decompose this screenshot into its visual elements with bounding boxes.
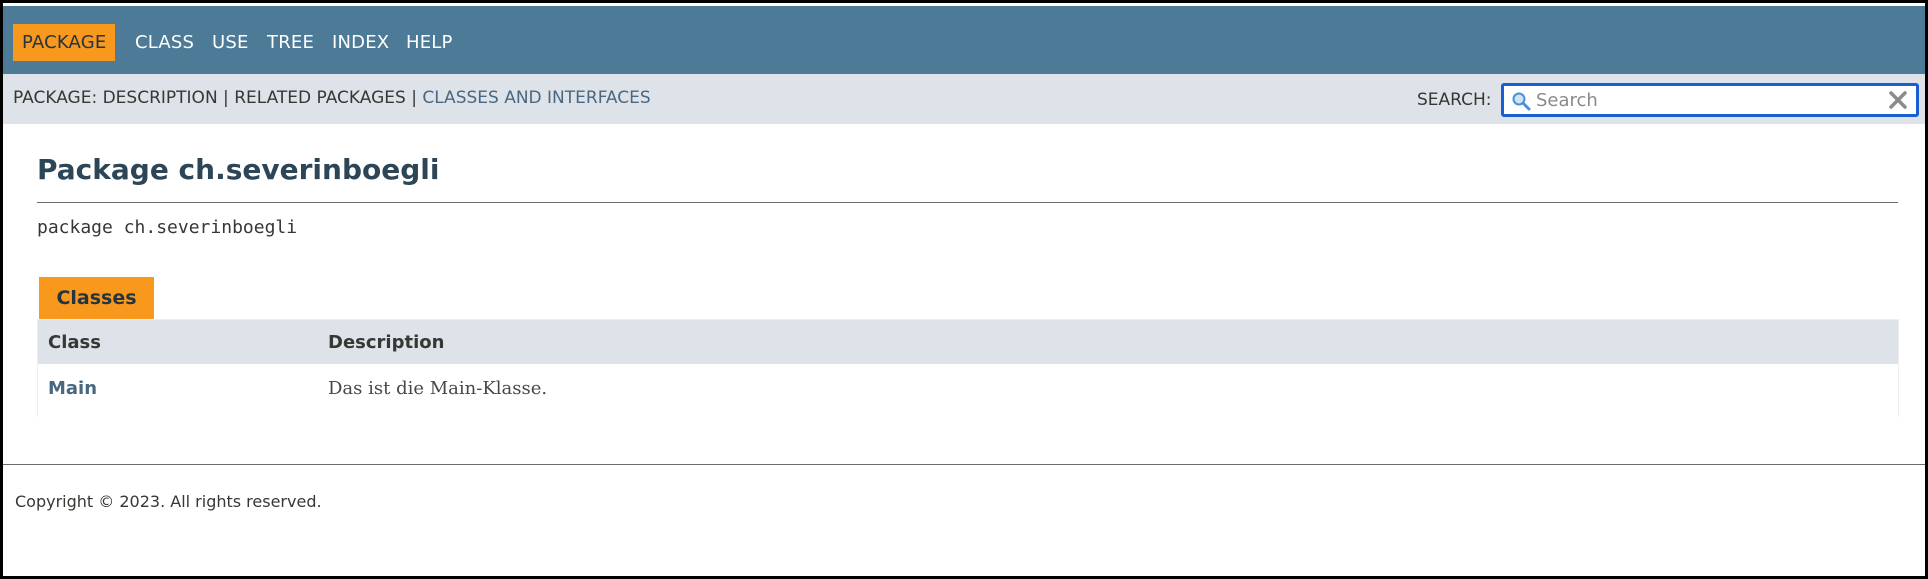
classes-tab[interactable]: Classes (39, 277, 154, 319)
close-icon[interactable] (1886, 88, 1910, 112)
subnav-links: PACKAGE: DESCRIPTION | RELATED PACKAGES … (13, 88, 651, 108)
title-divider (37, 202, 1898, 203)
search-input[interactable] (1536, 87, 1876, 113)
page-frame: PACKAGE CLASS USE TREE INDEX HELP PACKAG… (0, 0, 1928, 579)
subnav-prefix: PACKAGE: DESCRIPTION | RELATED PACKAGES … (13, 88, 423, 108)
sub-navigation-bar: PACKAGE: DESCRIPTION | RELATED PACKAGES … (3, 74, 1925, 124)
table-header: Class Description (38, 320, 1898, 364)
class-description: Das ist die Main-Klasse. (328, 378, 548, 399)
top-navigation-bar: PACKAGE CLASS USE TREE INDEX HELP (3, 6, 1925, 74)
nav-class[interactable]: CLASS (135, 24, 194, 61)
nav-package[interactable]: PACKAGE (13, 24, 116, 61)
copyright-text: Copyright © 2023. All rights reserved. (15, 492, 322, 511)
nav-help[interactable]: HELP (406, 24, 453, 61)
class-link-main[interactable]: Main (48, 378, 97, 399)
table-row: Main Das ist die Main-Klasse. (38, 364, 1898, 417)
footer-divider (3, 464, 1925, 465)
nav-use[interactable]: USE (212, 24, 249, 61)
nav-tree[interactable]: TREE (267, 24, 314, 61)
search-icon (1512, 92, 1531, 111)
page-title: Package ch.severinboegli (37, 153, 440, 186)
nav-index[interactable]: INDEX (332, 24, 389, 61)
column-header-class: Class (48, 332, 101, 353)
column-header-description: Description (328, 332, 445, 353)
link-classes-and-interfaces[interactable]: CLASSES AND INTERFACES (422, 88, 650, 108)
search-label: SEARCH: (1417, 90, 1492, 110)
search-box[interactable] (1501, 83, 1919, 117)
package-signature: package ch.severinboegli (37, 217, 298, 238)
classes-summary-table: Class Description Main Das ist die Main-… (37, 319, 1899, 417)
